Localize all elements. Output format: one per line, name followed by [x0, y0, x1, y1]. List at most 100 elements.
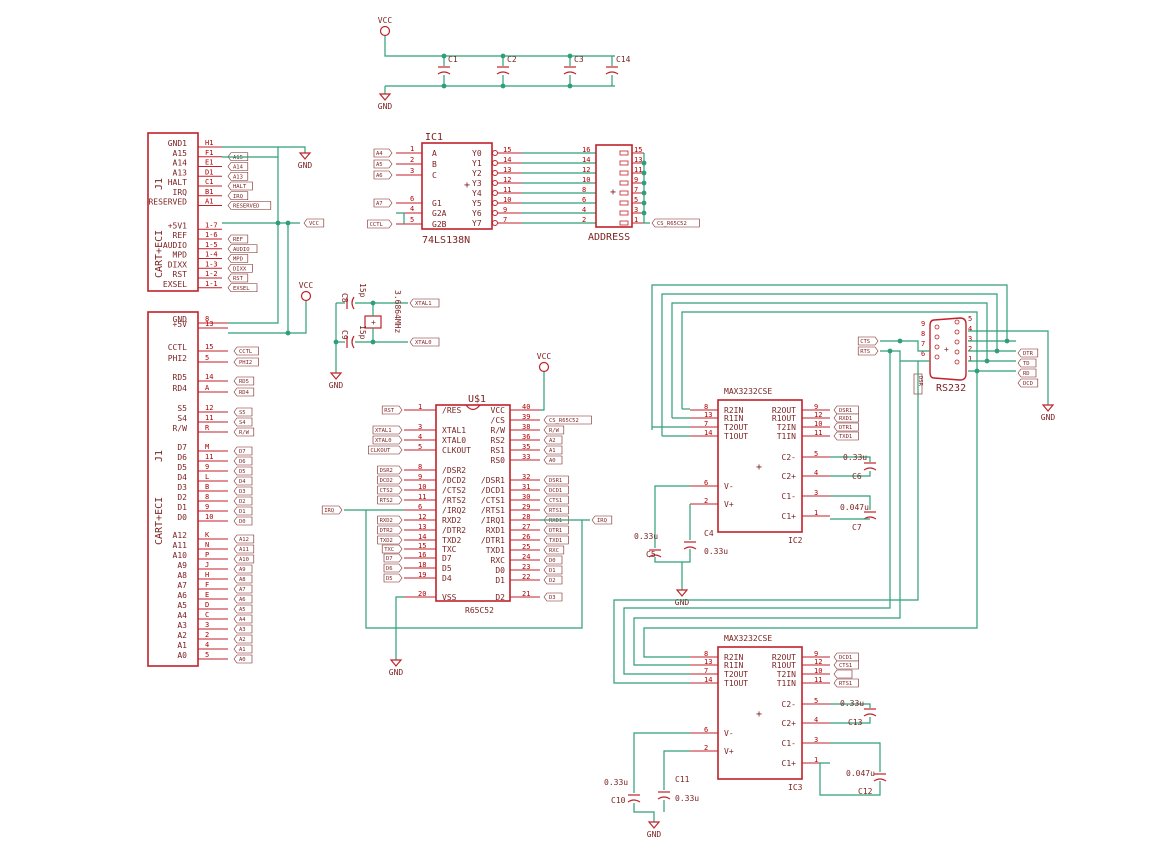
net-label-text: D4: [239, 479, 246, 485]
ic1-inverter-bubble: [492, 170, 498, 176]
net-label-text: DCD1: [549, 488, 562, 494]
j1-bottom-pin-name: D0: [177, 513, 187, 522]
ic1-ref: IC1: [425, 132, 443, 143]
net-label-text: R/W: [549, 428, 560, 434]
u1-pin-number: 36: [522, 433, 530, 441]
j1-top-pin-number: B1: [205, 188, 213, 196]
ic1-pin-name: Y3: [472, 179, 482, 188]
j1-bottom-pin-number: N: [205, 541, 209, 549]
ic2-pin-number: 14: [704, 429, 712, 437]
junction-dot: [441, 53, 447, 59]
ic3-pin-number: 12: [814, 658, 822, 666]
rs232-pin-contact: [934, 344, 940, 350]
ic3-pin-name: T2IN: [777, 670, 796, 679]
rs232-right-pin: 4: [968, 325, 972, 333]
ic3-pin-name: R1IN: [724, 661, 743, 670]
net-label-text: A14: [233, 165, 244, 171]
rs232-pin-contact: [954, 329, 960, 335]
u1-pin-name: RXD2: [442, 516, 461, 525]
ic2-pin-number: 7: [704, 420, 708, 428]
gnd-crystal: [329, 372, 343, 380]
net-label-text: EXSEL: [233, 286, 250, 292]
net-label-text: DCD2: [380, 478, 393, 484]
junction-dot: [567, 53, 573, 59]
j1-bottom-pin-number: B: [205, 483, 209, 491]
j1-bottom-pin-number: D: [205, 601, 209, 609]
u1-pin-number: 39: [522, 413, 530, 421]
u1-pin-number: 15: [418, 542, 426, 550]
j1-bottom-pin-name: D5: [177, 463, 187, 472]
u1-pin-name: /CTS1: [481, 496, 505, 505]
ic1-pin-name: Y6: [472, 209, 482, 218]
c13-ref: C13: [848, 718, 863, 727]
j1-top-pin-number: D1: [205, 168, 213, 176]
ic1-pin-number: 13: [503, 166, 511, 174]
crystal-value: 3.6864MHz: [393, 290, 402, 334]
ic1-pin-number: 5: [410, 216, 414, 224]
j1-bottom-pin-number: 13: [205, 320, 213, 328]
j1-bottom-pin-name: A7: [177, 581, 187, 590]
net-label-text: DTR2: [380, 528, 393, 534]
rs232-left-pin: 7: [921, 340, 925, 348]
j1-bottom-pin-number: 5: [205, 354, 209, 362]
u1-pin-name: RS1: [491, 446, 506, 455]
c12-value: 0.047u: [846, 769, 875, 778]
ic1-value: 74LS138N: [422, 235, 470, 246]
net-label-text: XTAL0: [415, 340, 432, 346]
j1-top-pin-number: H1: [205, 139, 213, 147]
ic2-pin-name: R1IN: [724, 414, 743, 423]
u1-pin-name: TXC: [442, 545, 457, 554]
u1-pin-number: 5: [418, 443, 422, 451]
gnd-label: GND: [298, 161, 313, 170]
j1-bottom-pin-name: RD5: [173, 373, 188, 382]
j1-bottom-pin-name: A12: [173, 531, 188, 540]
gnd-label: GND: [675, 598, 690, 607]
u1-pin-name: /DCD2: [442, 476, 466, 485]
ic2-pin-number: 11: [814, 429, 822, 437]
vcc-rail: [384, 36, 615, 57]
u1-pin-number: 26: [522, 533, 530, 541]
net-label-text: RD: [1023, 371, 1030, 377]
ic2-pin-number: 8: [704, 403, 708, 411]
junction-dot: [897, 338, 903, 344]
u1-pin-number: 18: [418, 561, 426, 569]
ic1-pin-name: G1: [432, 199, 442, 208]
ic1-pin-name: Y5: [472, 199, 482, 208]
net-label-text: RTS1: [549, 508, 562, 514]
u1-pin-name: /DSR2: [442, 466, 466, 475]
wire: [830, 742, 881, 772]
u1-pin-number: 31: [522, 483, 530, 491]
u1-pin-number: 22: [522, 573, 530, 581]
j1-bottom-pin-name: D7: [177, 443, 187, 452]
u1-pin-number: 40: [522, 403, 530, 411]
capacitor-plate-curved: [863, 467, 877, 471]
u1-pin-name: VCC: [491, 406, 506, 415]
ic2-pin-name: T1IN: [777, 432, 796, 441]
ic1-g2a-tie: [396, 212, 405, 224]
address-left-pin: 10: [582, 176, 590, 184]
ic2-pin-number: 5: [814, 450, 818, 458]
ic2-pin-name: C1+: [782, 512, 797, 521]
net-label-text: D0: [239, 519, 246, 525]
u1-pin-number: 32: [522, 473, 530, 481]
ic2-pin-name: C2+: [782, 472, 797, 481]
ic1-pin-number: 14: [503, 156, 511, 164]
u1-pin-number: 1: [418, 403, 422, 411]
j1-bottom-pin-name: A6: [177, 591, 187, 600]
ic1-pin-number: 1: [410, 145, 414, 153]
junction-dot: [641, 160, 647, 166]
j1-bottom-pin-number: 9: [205, 503, 209, 511]
j1-bottom-pin-name: D4: [177, 473, 187, 482]
ic3-pin-number: 14: [704, 676, 712, 684]
net-label-text: D2: [549, 578, 556, 584]
u1-vcc: [540, 372, 545, 411]
net-label-text: CS_R65C52: [657, 221, 687, 227]
ic3-pin-name: C1+: [782, 759, 797, 768]
rs232-pin-contact: [934, 354, 940, 360]
rs232-pin-contact: [934, 334, 940, 340]
net-label-text: TXC: [384, 547, 394, 553]
u1-pin-name: /CS: [491, 416, 506, 425]
j1-bottom-pin-number: H: [205, 571, 209, 579]
wire: [633, 803, 655, 822]
u1-pin-number: 9: [418, 473, 422, 481]
